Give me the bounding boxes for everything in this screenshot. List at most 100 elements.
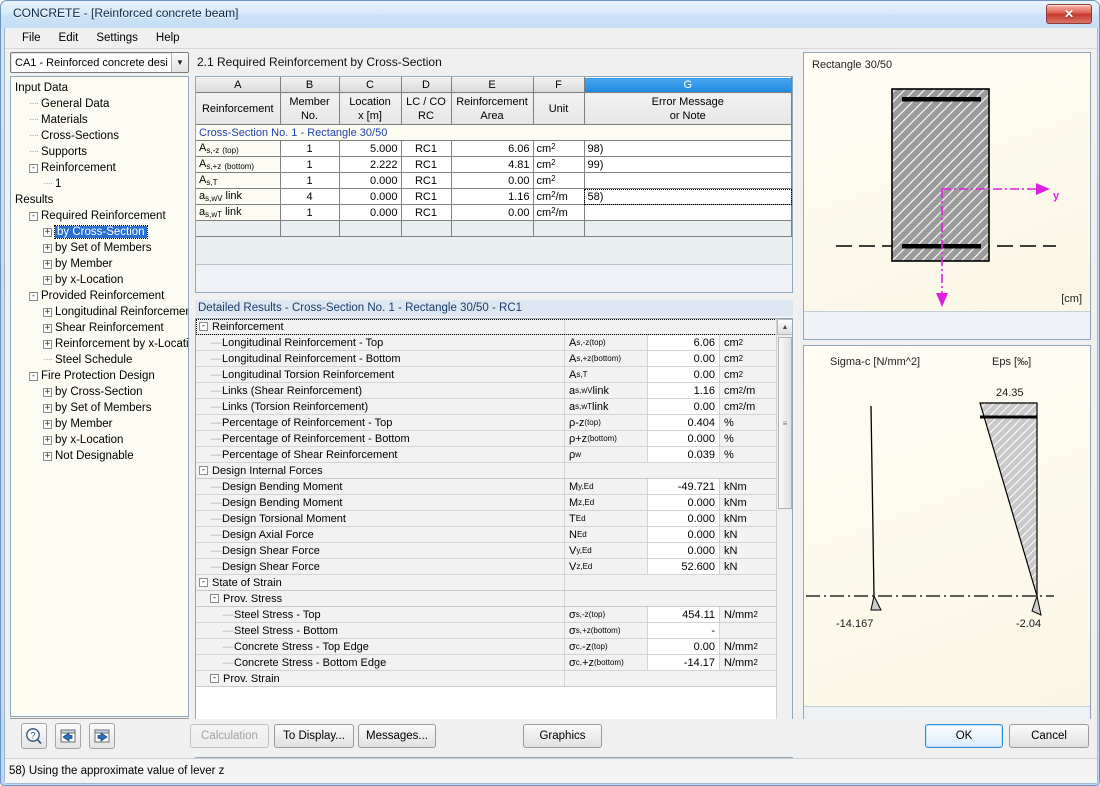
- detail-row-steel-stress-bottom[interactable]: — Steel Stress - Bottom σ s,+z (bottom) -: [196, 623, 777, 639]
- expander-icon[interactable]: -: [210, 674, 219, 683]
- detail-value[interactable]: 0.00: [648, 367, 720, 382]
- detail-value[interactable]: 0.404: [648, 415, 720, 430]
- cell-lc-co[interactable]: RC1: [401, 204, 452, 221]
- detail-row-design-torsional-moment[interactable]: — Design Torsional Moment T Ed 0.000 kNm: [196, 511, 777, 527]
- close-icon[interactable]: ✕: [1046, 4, 1092, 24]
- column-header-f[interactable]: F: [533, 77, 585, 93]
- cell-unit[interactable]: cm2/m: [533, 188, 585, 205]
- expander-icon[interactable]: -: [199, 322, 208, 331]
- cell-member-no[interactable]: 1: [280, 156, 340, 173]
- cell-location[interactable]: 5.000: [339, 140, 402, 157]
- column-header-c[interactable]: C: [339, 77, 402, 93]
- detail-value[interactable]: 52.600: [648, 559, 720, 574]
- sidebar-item-supports[interactable]: ···· Supports: [11, 144, 188, 160]
- detail-value[interactable]: -49.721: [648, 479, 720, 494]
- detail-value[interactable]: 0.000: [648, 543, 720, 558]
- sidebar-item-by-set-of-members[interactable]: + by Set of Members: [11, 240, 188, 256]
- menu-item-settings[interactable]: Settings: [87, 29, 147, 47]
- cell-location[interactable]: 2.222: [339, 156, 402, 173]
- tree-toggle-icon[interactable]: +: [43, 259, 52, 269]
- cell-area[interactable]: 0.00: [451, 172, 534, 189]
- cell-reinforcement[interactable]: As,T: [196, 172, 281, 189]
- sidebar-item-steel-schedule[interactable]: ···· Steel Schedule: [11, 352, 188, 368]
- cell-lc-co[interactable]: RC1: [401, 156, 452, 173]
- cell-note[interactable]: 98): [584, 140, 792, 157]
- ok-button[interactable]: OK: [925, 724, 1003, 748]
- detail-value[interactable]: 0.00: [648, 399, 720, 414]
- cell-note[interactable]: 58): [584, 188, 792, 205]
- detail-value[interactable]: 0.000: [648, 511, 720, 526]
- next-button[interactable]: [89, 723, 115, 749]
- detail-row-design-bending-moment[interactable]: — Design Bending Moment My,Ed -49.721 kNm: [196, 479, 777, 495]
- required-reinforcement-table[interactable]: ABCDEFG Reinforcement Member No. Location x …: [195, 76, 793, 293]
- detail-row-links-torsion-reinforcement[interactable]: — Links (Torsion Reinforcement) a s,wT link…: [196, 399, 777, 415]
- column-header-a[interactable]: A: [196, 77, 281, 93]
- detail-group-reinforcement[interactable]: - Reinforcement: [196, 319, 777, 335]
- cell-lc-co[interactable]: RC1: [401, 140, 452, 157]
- detail-value[interactable]: 6.06: [648, 335, 720, 350]
- cell-unit[interactable]: cm2: [533, 156, 585, 173]
- sidebar-item-longitudinal-reinforcement[interactable]: + Longitudinal Reinforcement: [11, 304, 188, 320]
- stress-strain-viewer[interactable]: Sigma-c [N/mm^2] Eps [‰] 24.35 -14.167 -…: [803, 345, 1091, 735]
- column-header-d[interactable]: D: [401, 77, 452, 93]
- sidebar-item-1[interactable]: ···· 1: [11, 176, 188, 192]
- tree-toggle-icon[interactable]: +: [43, 339, 52, 349]
- cell-area[interactable]: 0.00: [451, 204, 534, 221]
- detail-row-design-bending-moment[interactable]: — Design Bending Moment Mz,Ed 0.000 kNm: [196, 495, 777, 511]
- cell-location[interactable]: 0.000: [339, 204, 402, 221]
- sidebar-item-by-set-of-members[interactable]: + by Set of Members: [11, 400, 188, 416]
- cross-section-viewer[interactable]: Rectangle 30/50 [cm] y: [803, 52, 1091, 340]
- detail-row-links-shear-reinforcement[interactable]: — Links (Shear Reinforcement) a s,wV link 1.…: [196, 383, 777, 399]
- cell-reinforcement[interactable]: as,wV link: [196, 188, 281, 205]
- menu-item-help[interactable]: Help: [147, 29, 189, 47]
- detail-row-concrete-stress-top-edge[interactable]: — Concrete Stress - Top Edge σ c, -z (top) 0.…: [196, 639, 777, 655]
- menu-item-file[interactable]: File: [13, 29, 50, 47]
- sidebar-item-reinforcement[interactable]: - Reinforcement: [11, 160, 188, 176]
- sidebar-item-materials[interactable]: ···· Materials: [11, 112, 188, 128]
- sidebar-item-shear-reinforcement[interactable]: + Shear Reinforcement: [11, 320, 188, 336]
- detailed-results-list[interactable]: - Reinforcement — Longitudinal Reinforcemen…: [196, 319, 777, 687]
- sidebar-item-required-reinforcement[interactable]: - Required Reinforcement: [11, 208, 188, 224]
- table-row[interactable]: As,-z (top) 1 5.000 RC1 6.06 cm2 98): [196, 140, 792, 157]
- chevron-down-icon[interactable]: ▼: [171, 53, 188, 72]
- tree-toggle-icon[interactable]: +: [43, 419, 52, 429]
- graphics-button[interactable]: Graphics: [523, 724, 602, 748]
- detail-row-percentage-of-reinforcement-bottom[interactable]: — Percentage of Reinforcement - Bottom ρ+z…: [196, 431, 777, 447]
- to-display-button[interactable]: To Display...: [274, 724, 354, 748]
- sidebar-item-by-cross-section[interactable]: + by Cross-Section: [11, 224, 188, 240]
- cell-reinforcement[interactable]: As,-z (top): [196, 140, 281, 157]
- column-header-g[interactable]: G: [584, 77, 792, 93]
- tree-toggle-icon[interactable]: +: [43, 435, 52, 445]
- cell-location[interactable]: 0.000: [339, 172, 402, 189]
- table-row[interactable]: as,wV link 4 0.000 RC1 1.16 cm2/m 58): [196, 188, 792, 205]
- help-button[interactable]: ?: [21, 723, 47, 749]
- sidebar-item-not-designable[interactable]: + Not Designable: [11, 448, 188, 464]
- sidebar-item-by-member[interactable]: + by Member: [11, 256, 188, 272]
- cell-note[interactable]: 99): [584, 156, 792, 173]
- detail-row-steel-stress-top[interactable]: — Steel Stress - Top σ s,-z (top) 454.11 N/mm…: [196, 607, 777, 623]
- tree-toggle-icon[interactable]: +: [43, 451, 52, 461]
- detail-row-percentage-of-reinforcement-top[interactable]: — Percentage of Reinforcement - Top ρ-z (t…: [196, 415, 777, 431]
- cell-note[interactable]: [584, 204, 792, 221]
- detail-group-state-of-strain[interactable]: - State of Strain: [196, 575, 777, 591]
- sidebar-item-cross-sections[interactable]: ···· Cross-Sections: [11, 128, 188, 144]
- detail-group-prov-strain[interactable]: - Prov. Strain: [196, 671, 777, 687]
- detail-row-design-axial-force[interactable]: — Design Axial Force N Ed 0.000 kN: [196, 527, 777, 543]
- detail-value[interactable]: 0.000: [648, 495, 720, 510]
- sidebar-item-by-member[interactable]: + by Member: [11, 416, 188, 432]
- detail-row-percentage-of-shear-reinforcement[interactable]: — Percentage of Shear Reinforcement ρ w 0.03…: [196, 447, 777, 463]
- messages-button[interactable]: Messages...: [358, 724, 436, 748]
- detail-group-prov-stress[interactable]: - Prov. Stress: [196, 591, 777, 607]
- expander-icon[interactable]: -: [199, 578, 208, 587]
- detail-value[interactable]: 0.000: [648, 431, 720, 446]
- detail-row-design-shear-force[interactable]: — Design Shear Force Vz,Ed 52.600 kN: [196, 559, 777, 575]
- tree-toggle-icon[interactable]: -: [29, 291, 38, 301]
- detail-value[interactable]: 454.11: [648, 607, 720, 622]
- tree-toggle-icon[interactable]: +: [43, 387, 52, 397]
- table-row[interactable]: As,+z (bottom) 1 2.222 RC1 4.81 cm2 99): [196, 156, 792, 173]
- navigator-tree[interactable]: Input Data ···· General Data ···· Materials ·…: [10, 76, 189, 717]
- detail-value[interactable]: -: [648, 623, 720, 638]
- detail-value[interactable]: 1.16: [648, 383, 720, 398]
- tree-toggle-icon[interactable]: +: [43, 275, 52, 285]
- detail-value[interactable]: 0.00: [648, 639, 720, 654]
